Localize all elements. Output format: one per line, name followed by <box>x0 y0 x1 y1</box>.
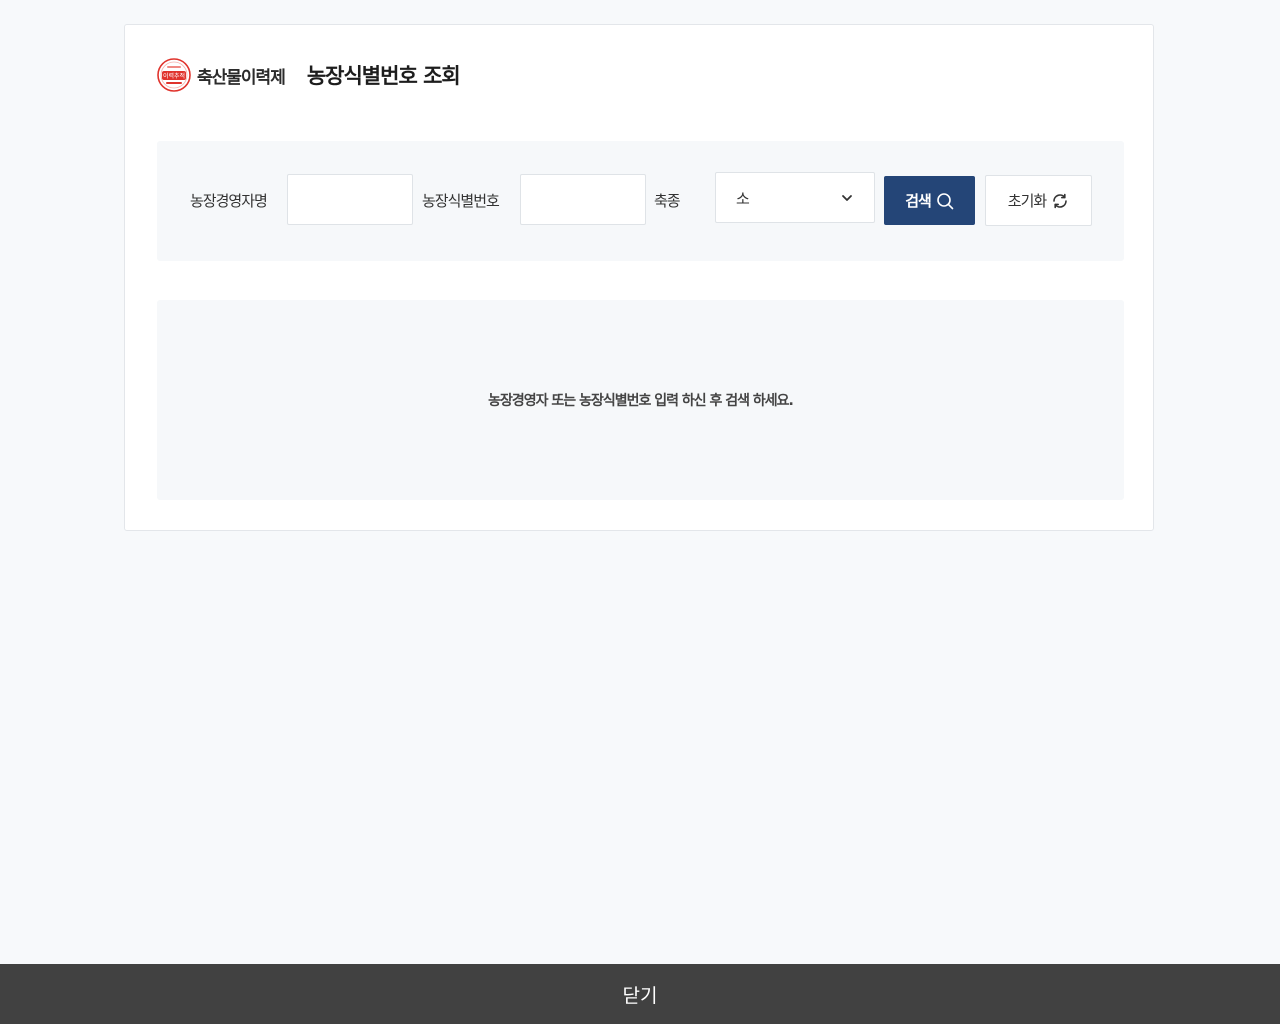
chevron-down-icon <box>842 195 852 201</box>
species-selected-value: 소 <box>736 190 750 208</box>
lookup-card: 이력추적 축산물이력제 농장식별번호 조회 농장경영자명 농장식별번호 축종 소… <box>124 24 1154 531</box>
farm-id-input[interactable] <box>520 174 646 225</box>
refresh-icon <box>1053 193 1068 208</box>
result-panel: 농장경영자 또는 농장식별번호 입력 하신 후 검색 하세요. <box>157 300 1124 500</box>
search-button-label: 검색 <box>905 192 932 210</box>
empty-result-message: 농장경영자 또는 농장식별번호 입력 하신 후 검색 하세요. <box>488 393 794 409</box>
page-header: 이력추적 축산물이력제 농장식별번호 조회 <box>157 57 461 93</box>
search-button[interactable]: 검색 <box>884 176 975 225</box>
species-label: 축종 <box>654 192 681 210</box>
search-icon <box>936 192 954 209</box>
page-title: 농장식별번호 조회 <box>306 64 461 88</box>
traceability-logo-icon: 이력추적 <box>157 58 191 92</box>
owner-name-input[interactable] <box>287 174 413 225</box>
species-select[interactable]: 소 <box>715 172 875 223</box>
logo-badge-text: 이력추적 <box>163 72 185 80</box>
close-button[interactable]: 닫기 <box>0 964 1280 1024</box>
owner-name-label: 농장경영자명 <box>190 192 268 210</box>
logo-text: 축산물이력제 <box>197 67 286 88</box>
close-button-label: 닫기 <box>622 984 658 1007</box>
farm-id-label: 농장식별번호 <box>422 192 500 210</box>
search-panel: 농장경영자명 농장식별번호 축종 소 검색 초기화 <box>157 141 1124 261</box>
reset-button[interactable]: 초기화 <box>985 175 1092 226</box>
logo: 이력추적 축산물이력제 <box>157 58 286 92</box>
reset-button-label: 초기화 <box>1007 192 1047 210</box>
